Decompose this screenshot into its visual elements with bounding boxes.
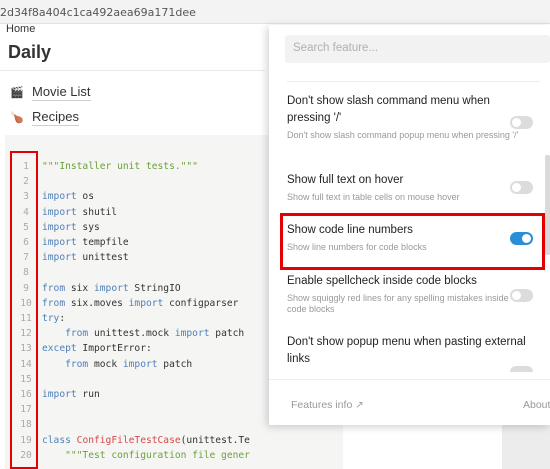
- page-title: Daily: [8, 42, 52, 62]
- toggle-full-text-hover[interactable]: [510, 181, 533, 194]
- code-text: """Test configuration file gener: [65, 449, 250, 461]
- app-root: 2d34f8a404c1ca492aea69a171dee Home Daily…: [0, 0, 550, 469]
- feature-item: Show full text on hover Show full text i…: [287, 172, 527, 203]
- feature-desc: Show full text in table cells on mouse h…: [287, 192, 460, 202]
- toggle-paste-links[interactable]: [510, 366, 533, 372]
- code-text: from six.moves import configparser: [42, 297, 239, 309]
- code-text: from unittest.mock import patch: [65, 328, 245, 340]
- toggle-knob: [512, 291, 521, 300]
- feature-title: Don't show slash command menu when press…: [287, 95, 490, 124]
- link-label: Recipes: [32, 109, 79, 126]
- code-text: from six import StringIO: [42, 282, 181, 294]
- toggle-slash-menu[interactable]: [510, 116, 533, 129]
- code-line: 20 """Test configuration file gener: [5, 448, 343, 463]
- feature-item: Enable spellcheck inside code blocks Sho…: [287, 273, 527, 315]
- feature-desc: Show squiggly red lines for any spelling…: [287, 293, 509, 314]
- feature-title: Show full text on hover: [287, 174, 404, 186]
- feature-title: Enable spellcheck inside code blocks: [287, 275, 477, 287]
- clapper-icon: 🎬: [10, 87, 24, 99]
- feature-item: Don't show slash command menu when press…: [287, 93, 527, 141]
- toggle-knob: [512, 183, 521, 192]
- highlight-box: [280, 213, 545, 270]
- search-placeholder: Search feature...: [293, 42, 379, 54]
- drumstick-icon: 🍗: [10, 112, 24, 124]
- code-text: import tempfile: [42, 237, 129, 248]
- feature-item: Don't show popup menu when pasting exter…: [287, 334, 527, 368]
- line-numbers-highlight: [10, 151, 38, 469]
- code-text: try:: [42, 313, 66, 324]
- about-link[interactable]: About: [523, 399, 550, 411]
- breadcrumb[interactable]: Home: [6, 23, 35, 35]
- code-text: from mock import patch: [65, 358, 193, 370]
- title-divider: [0, 70, 265, 71]
- link-recipes[interactable]: 🍗 Recipes: [10, 109, 79, 126]
- features-info-link[interactable]: Features info ↗: [291, 399, 364, 411]
- code-text: import run: [42, 389, 100, 400]
- code-text: import shutil: [42, 206, 118, 218]
- code-text: import os: [42, 191, 94, 203]
- link-movie-list[interactable]: 🎬 Movie List: [10, 84, 91, 101]
- footer-divider: [269, 379, 550, 380]
- panel-scrollbar[interactable]: [545, 155, 550, 255]
- list-divider: [287, 81, 540, 82]
- feature-panel: Search feature... Don't show slash comma…: [269, 25, 550, 425]
- code-text: import unittest: [42, 252, 129, 264]
- code-text: except ImportError:: [42, 343, 152, 355]
- features-info-label: Features info: [291, 399, 353, 411]
- search-feature-input[interactable]: Search feature...: [285, 35, 550, 63]
- toggle-knob: [512, 118, 521, 127]
- external-link-icon: ↗: [355, 400, 364, 411]
- feature-desc: Don't show slash command popup menu when…: [287, 130, 519, 140]
- link-label: Movie List: [32, 84, 91, 101]
- code-text: """Installer unit tests.""": [42, 161, 198, 172]
- code-text: import sys: [42, 221, 100, 233]
- page-id: 2d34f8a404c1ca492aea69a171dee: [0, 6, 196, 19]
- code-text: class ConfigFileTestCase(unittest.Te: [42, 434, 250, 446]
- code-line: 19 class ConfigFileTestCase(unittest.Te: [5, 433, 343, 448]
- page-id-bar: 2d34f8a404c1ca492aea69a171dee: [0, 0, 550, 24]
- toggle-spellcheck[interactable]: [510, 289, 533, 302]
- feature-title: Don't show popup menu when pasting exter…: [287, 336, 526, 365]
